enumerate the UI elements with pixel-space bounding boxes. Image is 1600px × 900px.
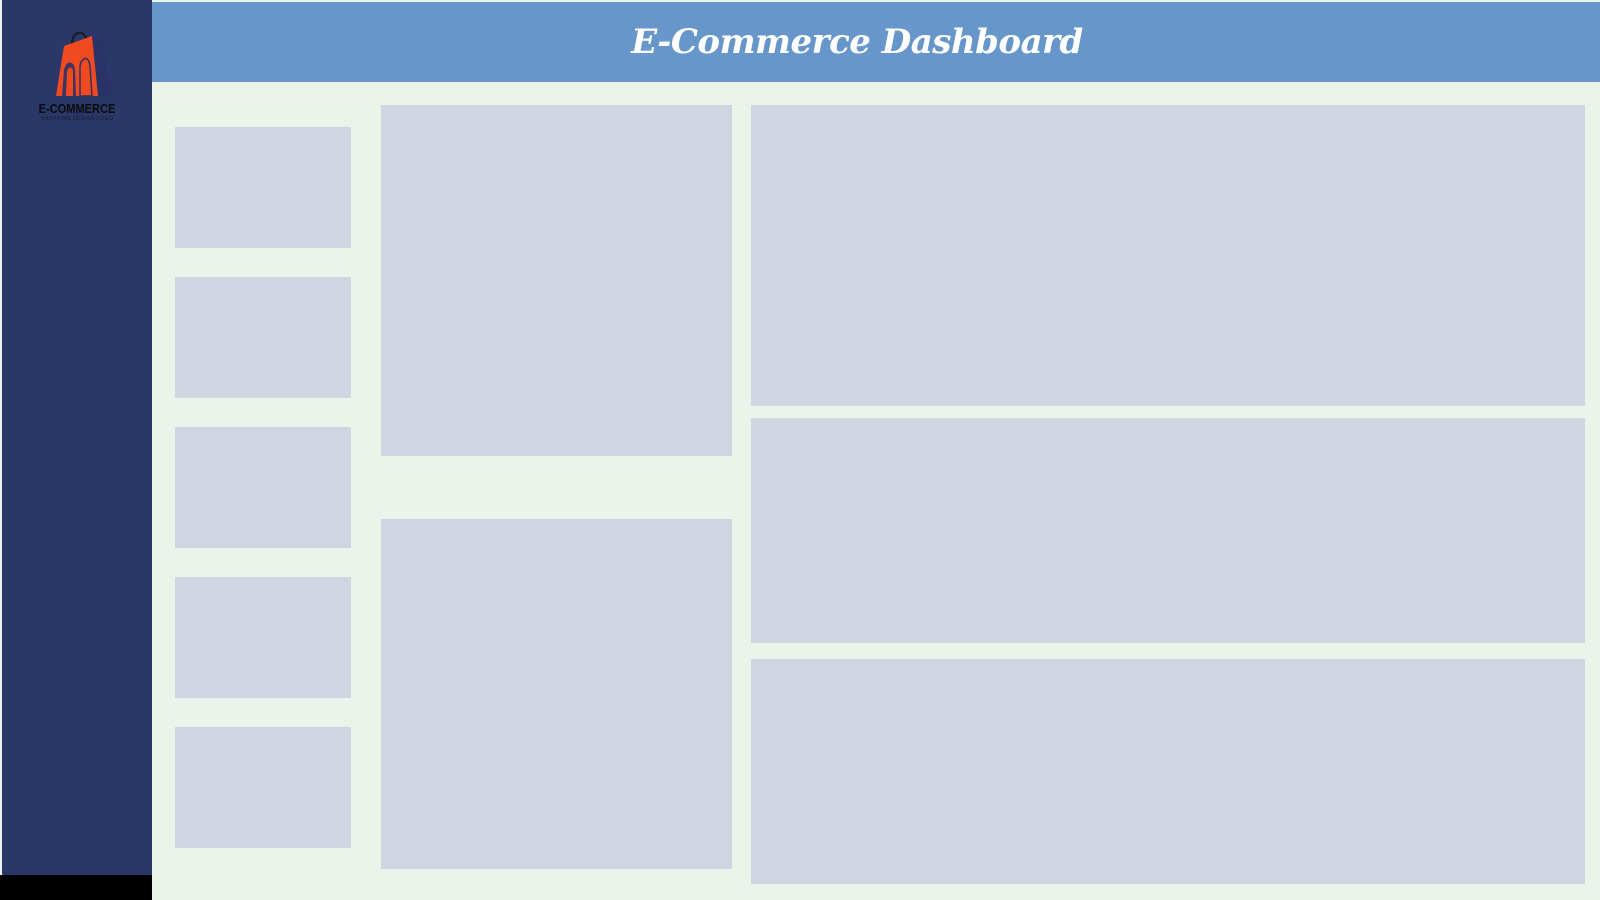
logo-tagline: SHOPPING DESIGN LOGO [40,116,114,122]
kpi-card-placeholder [175,727,351,848]
sidebar-footer [0,875,152,900]
kpi-card-placeholder [175,127,351,248]
kpi-card-placeholder [175,427,351,548]
sidebar: E-COMMERCE SHOPPING DESIGN LOGO [2,0,152,875]
chart-panel-placeholder [751,105,1585,406]
chart-panel-placeholder [751,418,1585,643]
page-title: E-Commerce Dashboard [631,22,1083,62]
kpi-card-placeholder [175,577,351,698]
chart-panel-placeholder [751,659,1585,884]
chart-panel-placeholder [381,519,732,869]
logo-wordmark: E-COMMERCE [38,101,116,116]
header-bar: E-Commerce Dashboard [152,2,1600,82]
shopping-bag-icon [56,31,110,98]
kpi-card-placeholder [175,277,351,398]
dashboard-page: E-COMMERCE SHOPPING DESIGN LOGO E-Commer… [0,0,1600,900]
brand-logo[interactable]: E-COMMERCE SHOPPING DESIGN LOGO [2,22,152,137]
chart-panel-placeholder [381,105,732,456]
